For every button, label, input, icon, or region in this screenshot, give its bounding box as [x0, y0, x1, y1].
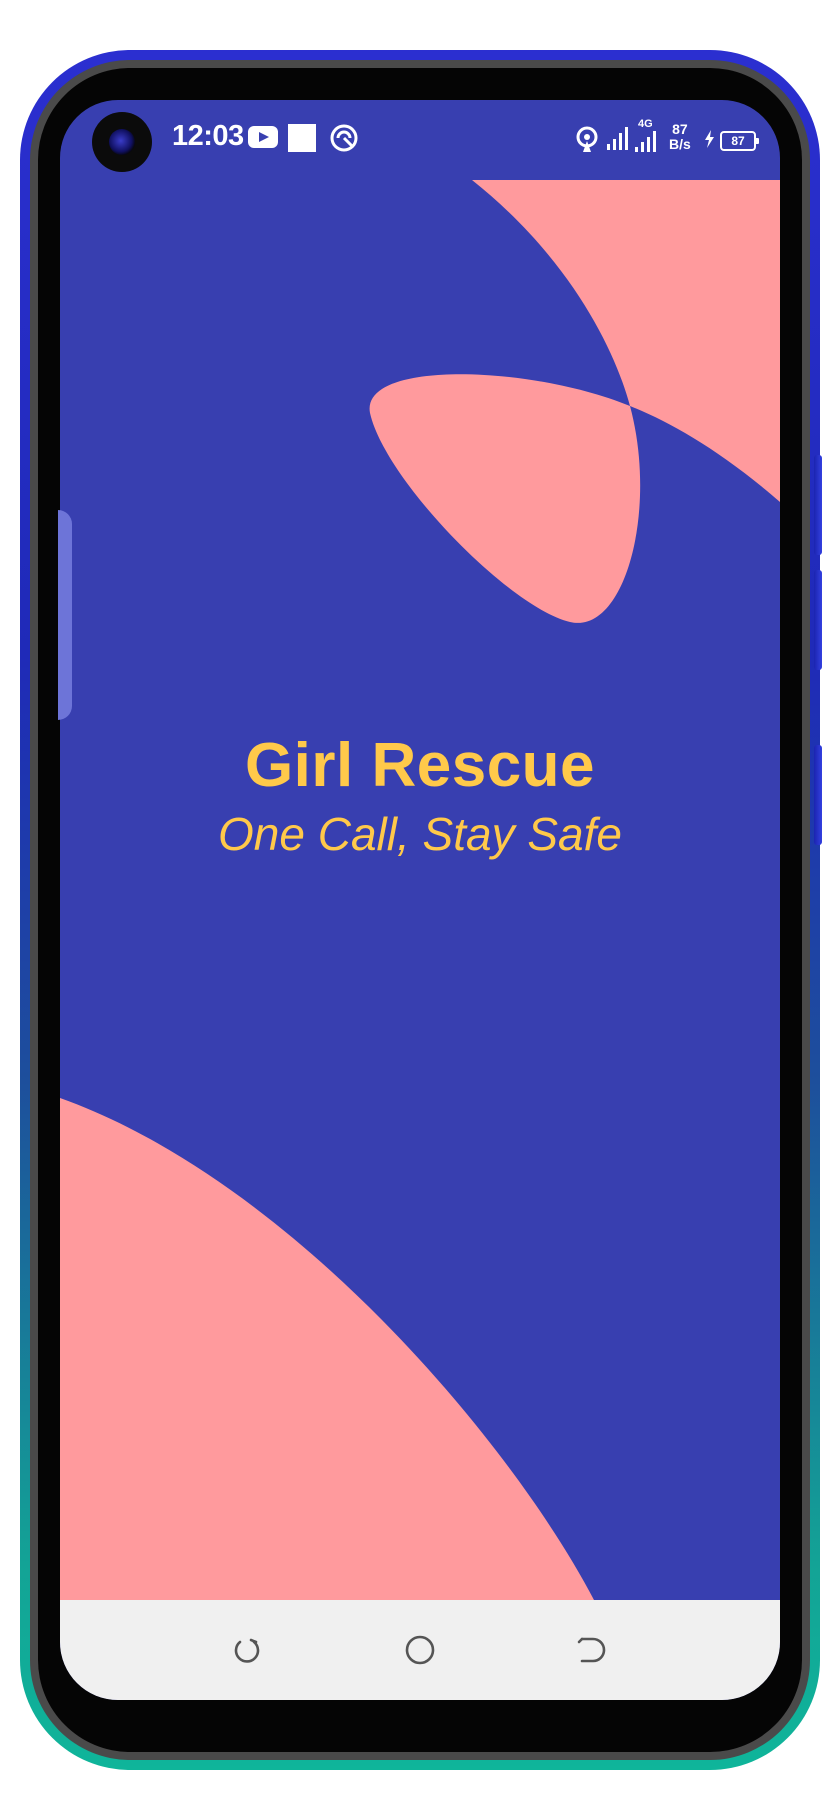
background-shapes	[60, 180, 780, 1600]
screen: 12:03 4G 87 B/s 87 Girl Rescue One Call,…	[60, 100, 780, 1700]
edge-panel-handle[interactable]	[58, 510, 72, 720]
power-button	[814, 745, 822, 845]
network-speed: 87 B/s	[669, 122, 691, 152]
status-time: 12:03	[172, 120, 244, 152]
splash-title-block: Girl Rescue One Call, Stay Safe	[60, 730, 780, 861]
speed-value: 87	[672, 121, 688, 137]
signal-bars-4g-icon	[635, 131, 656, 152]
status-bar: 12:03 4G 87 B/s 87	[60, 100, 780, 180]
volume-down-button	[814, 570, 822, 670]
front-camera	[92, 112, 152, 172]
hotspot-icon	[576, 126, 598, 152]
youtube-icon	[248, 126, 278, 148]
white-square-icon	[288, 124, 316, 152]
navigation-bar	[60, 1600, 780, 1700]
volume-up-button	[814, 455, 822, 555]
network-type-label: 4G	[638, 118, 653, 130]
charging-icon	[705, 130, 714, 148]
app-title: Girl Rescue	[244, 731, 596, 800]
recent-apps-icon[interactable]	[227, 1630, 267, 1670]
bottom-left-blob	[60, 1098, 594, 1600]
back-icon[interactable]	[573, 1630, 613, 1670]
speed-unit: B/s	[669, 136, 691, 152]
battery-icon: 87	[720, 131, 759, 151]
vpn-icon	[330, 124, 358, 152]
app-tagline: One Call, Stay Safe	[218, 808, 622, 860]
center-leaf-blob	[369, 374, 641, 623]
signal-bars-icon	[607, 127, 628, 150]
home-icon[interactable]	[400, 1630, 440, 1670]
